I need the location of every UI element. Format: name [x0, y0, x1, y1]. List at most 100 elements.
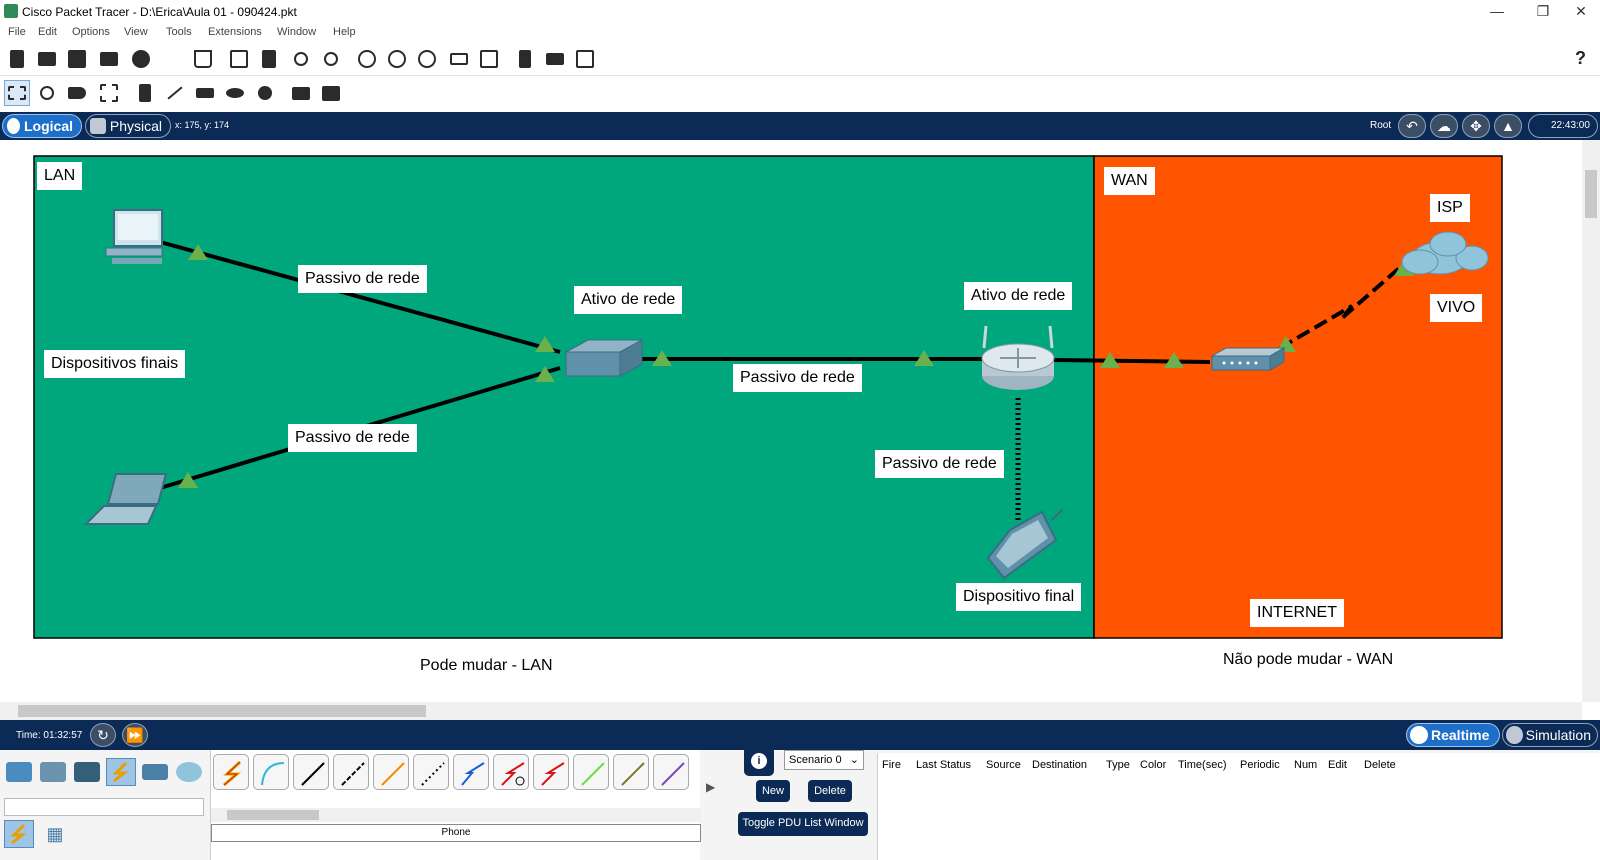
- background-image-icon[interactable]: ▲: [1494, 114, 1522, 138]
- cluster-icon[interactable]: ☁: [1430, 114, 1458, 138]
- active-label-router: Ativo de rede: [964, 282, 1073, 310]
- pdu-icon[interactable]: [512, 46, 538, 72]
- horizontal-scrollbar[interactable]: [0, 702, 1582, 720]
- menu-options[interactable]: Options: [72, 26, 110, 38]
- lan-caption: Pode mudar - LAN: [413, 652, 560, 680]
- fast-forward-icon[interactable]: ⏩: [122, 723, 148, 747]
- menu-tools[interactable]: Tools: [166, 26, 192, 38]
- delete-scenario-button[interactable]: Delete: [808, 780, 852, 802]
- new-scenario-button[interactable]: New: [756, 780, 790, 802]
- serial-dce-icon[interactable]: [493, 754, 529, 790]
- auto-connection-icon[interactable]: [213, 754, 249, 790]
- device-search-input[interactable]: [4, 798, 204, 816]
- move-object-icon[interactable]: ✥: [1462, 114, 1490, 138]
- zoom-reset-icon[interactable]: [384, 46, 410, 72]
- new-file-icon[interactable]: [4, 46, 30, 72]
- menu-extensions[interactable]: Extensions: [208, 26, 262, 38]
- coaxial-icon[interactable]: [453, 754, 489, 790]
- grid-icon[interactable]: ▦: [40, 820, 70, 848]
- switch-icon: [565, 339, 643, 377]
- copper-cross-icon[interactable]: [333, 754, 369, 790]
- multiuser-icon[interactable]: [174, 758, 204, 786]
- copy-icon[interactable]: [226, 46, 252, 72]
- inspect-icon[interactable]: [34, 80, 60, 106]
- connections-icon[interactable]: [106, 758, 136, 786]
- usb-cable-icon[interactable]: [653, 754, 689, 790]
- fiber-icon[interactable]: [373, 754, 409, 790]
- resize-icon[interactable]: [96, 80, 122, 106]
- cursor-coordinates: x: 175, y: 174: [175, 120, 230, 130]
- copper-straight-icon[interactable]: [293, 754, 329, 790]
- device-template-icon[interactable]: [542, 46, 568, 72]
- help-icon[interactable]: ?: [1575, 48, 1586, 69]
- minimize-icon[interactable]: —: [1474, 0, 1520, 24]
- root-label: Root: [1370, 120, 1392, 131]
- vertical-scrollbar[interactable]: [1582, 140, 1600, 702]
- close-icon[interactable]: ✕: [1562, 0, 1600, 24]
- connection-types: Phone: [210, 750, 701, 860]
- menu-file[interactable]: File: [8, 26, 26, 38]
- components-icon[interactable]: [72, 758, 102, 786]
- title-bar: Cisco Packet Tracer - D:\Erica\Aula 01 -…: [0, 0, 1600, 24]
- serial-dte-icon[interactable]: [533, 754, 569, 790]
- restore-icon[interactable]: ❐: [1520, 0, 1566, 24]
- open-folder-icon[interactable]: [34, 46, 60, 72]
- realtime-mode-button[interactable]: Realtime: [1406, 723, 1500, 747]
- back-icon[interactable]: ↶: [1398, 114, 1426, 138]
- complex-pdu-icon[interactable]: [318, 80, 344, 106]
- collapse-arrow-icon[interactable]: ▶: [706, 780, 715, 794]
- column-fire: Fire: [882, 759, 901, 771]
- freeform-icon[interactable]: [252, 80, 278, 106]
- elapsed-time: Time: 01:32:57: [16, 730, 83, 741]
- simulation-mode-button[interactable]: Simulation: [1502, 723, 1598, 747]
- network-devices-icon[interactable]: [4, 758, 34, 786]
- logical-workspace[interactable]: LAN WAN ISP VIVO INTERNET Dispositivos f…: [0, 140, 1582, 702]
- menu-help[interactable]: Help: [333, 26, 356, 38]
- scroll-thumb[interactable]: [1585, 170, 1597, 218]
- menu-view[interactable]: View: [124, 26, 148, 38]
- iot-cable-icon[interactable]: [613, 754, 649, 790]
- screenshot-icon[interactable]: [572, 46, 598, 72]
- info-button[interactable]: i: [744, 746, 774, 776]
- miscellaneous-icon[interactable]: [140, 758, 170, 786]
- phone-cable-icon[interactable]: [413, 754, 449, 790]
- activity-wizard-icon[interactable]: [190, 46, 216, 72]
- end-devices-icon[interactable]: [38, 758, 68, 786]
- vivo-label: VIVO: [1430, 294, 1483, 322]
- scenario-select[interactable]: Scenario 0 ⌄: [784, 750, 864, 770]
- toggle-pdu-list-button[interactable]: Toggle PDU List Window: [738, 812, 868, 836]
- print-icon[interactable]: [96, 46, 122, 72]
- paste-icon[interactable]: [256, 46, 282, 72]
- logical-view-button[interactable]: Logical: [2, 114, 82, 138]
- undo-icon[interactable]: [288, 46, 314, 72]
- octal-cable-icon[interactable]: [573, 754, 609, 790]
- passive-label-middle: Passivo de rede: [733, 364, 862, 392]
- line-icon[interactable]: [162, 80, 188, 106]
- selected-device-label: Phone: [211, 824, 701, 842]
- delete-icon[interactable]: [64, 80, 90, 106]
- link-router-modem: [1053, 358, 1211, 364]
- power-cycle-icon[interactable]: ↻: [90, 723, 116, 747]
- select-icon[interactable]: [4, 80, 30, 106]
- column-source: Source: [986, 759, 1021, 771]
- menu-window[interactable]: Window: [277, 26, 316, 38]
- save-icon[interactable]: [64, 46, 90, 72]
- clock: 22:43:00: [1528, 114, 1598, 138]
- custom-devices-icon[interactable]: [476, 46, 502, 72]
- drawing-palette-icon[interactable]: [446, 46, 472, 72]
- note-icon[interactable]: [132, 80, 158, 106]
- physical-view-button[interactable]: Physical: [85, 114, 171, 138]
- connections-sub-icon[interactable]: [4, 820, 34, 848]
- zoom-in-icon[interactable]: [354, 46, 380, 72]
- rectangle-icon[interactable]: [192, 80, 218, 106]
- scroll-thumb[interactable]: [18, 705, 426, 717]
- connections-scrollbar[interactable]: [211, 808, 701, 822]
- simple-pdu-icon[interactable]: [288, 80, 314, 106]
- pc-icon: [105, 209, 163, 264]
- console-cable-icon[interactable]: [253, 754, 289, 790]
- info-icon[interactable]: [128, 46, 154, 72]
- menu-edit[interactable]: Edit: [38, 26, 57, 38]
- zoom-out-icon[interactable]: [414, 46, 440, 72]
- ellipse-icon[interactable]: [222, 80, 248, 106]
- redo-icon[interactable]: [318, 46, 344, 72]
